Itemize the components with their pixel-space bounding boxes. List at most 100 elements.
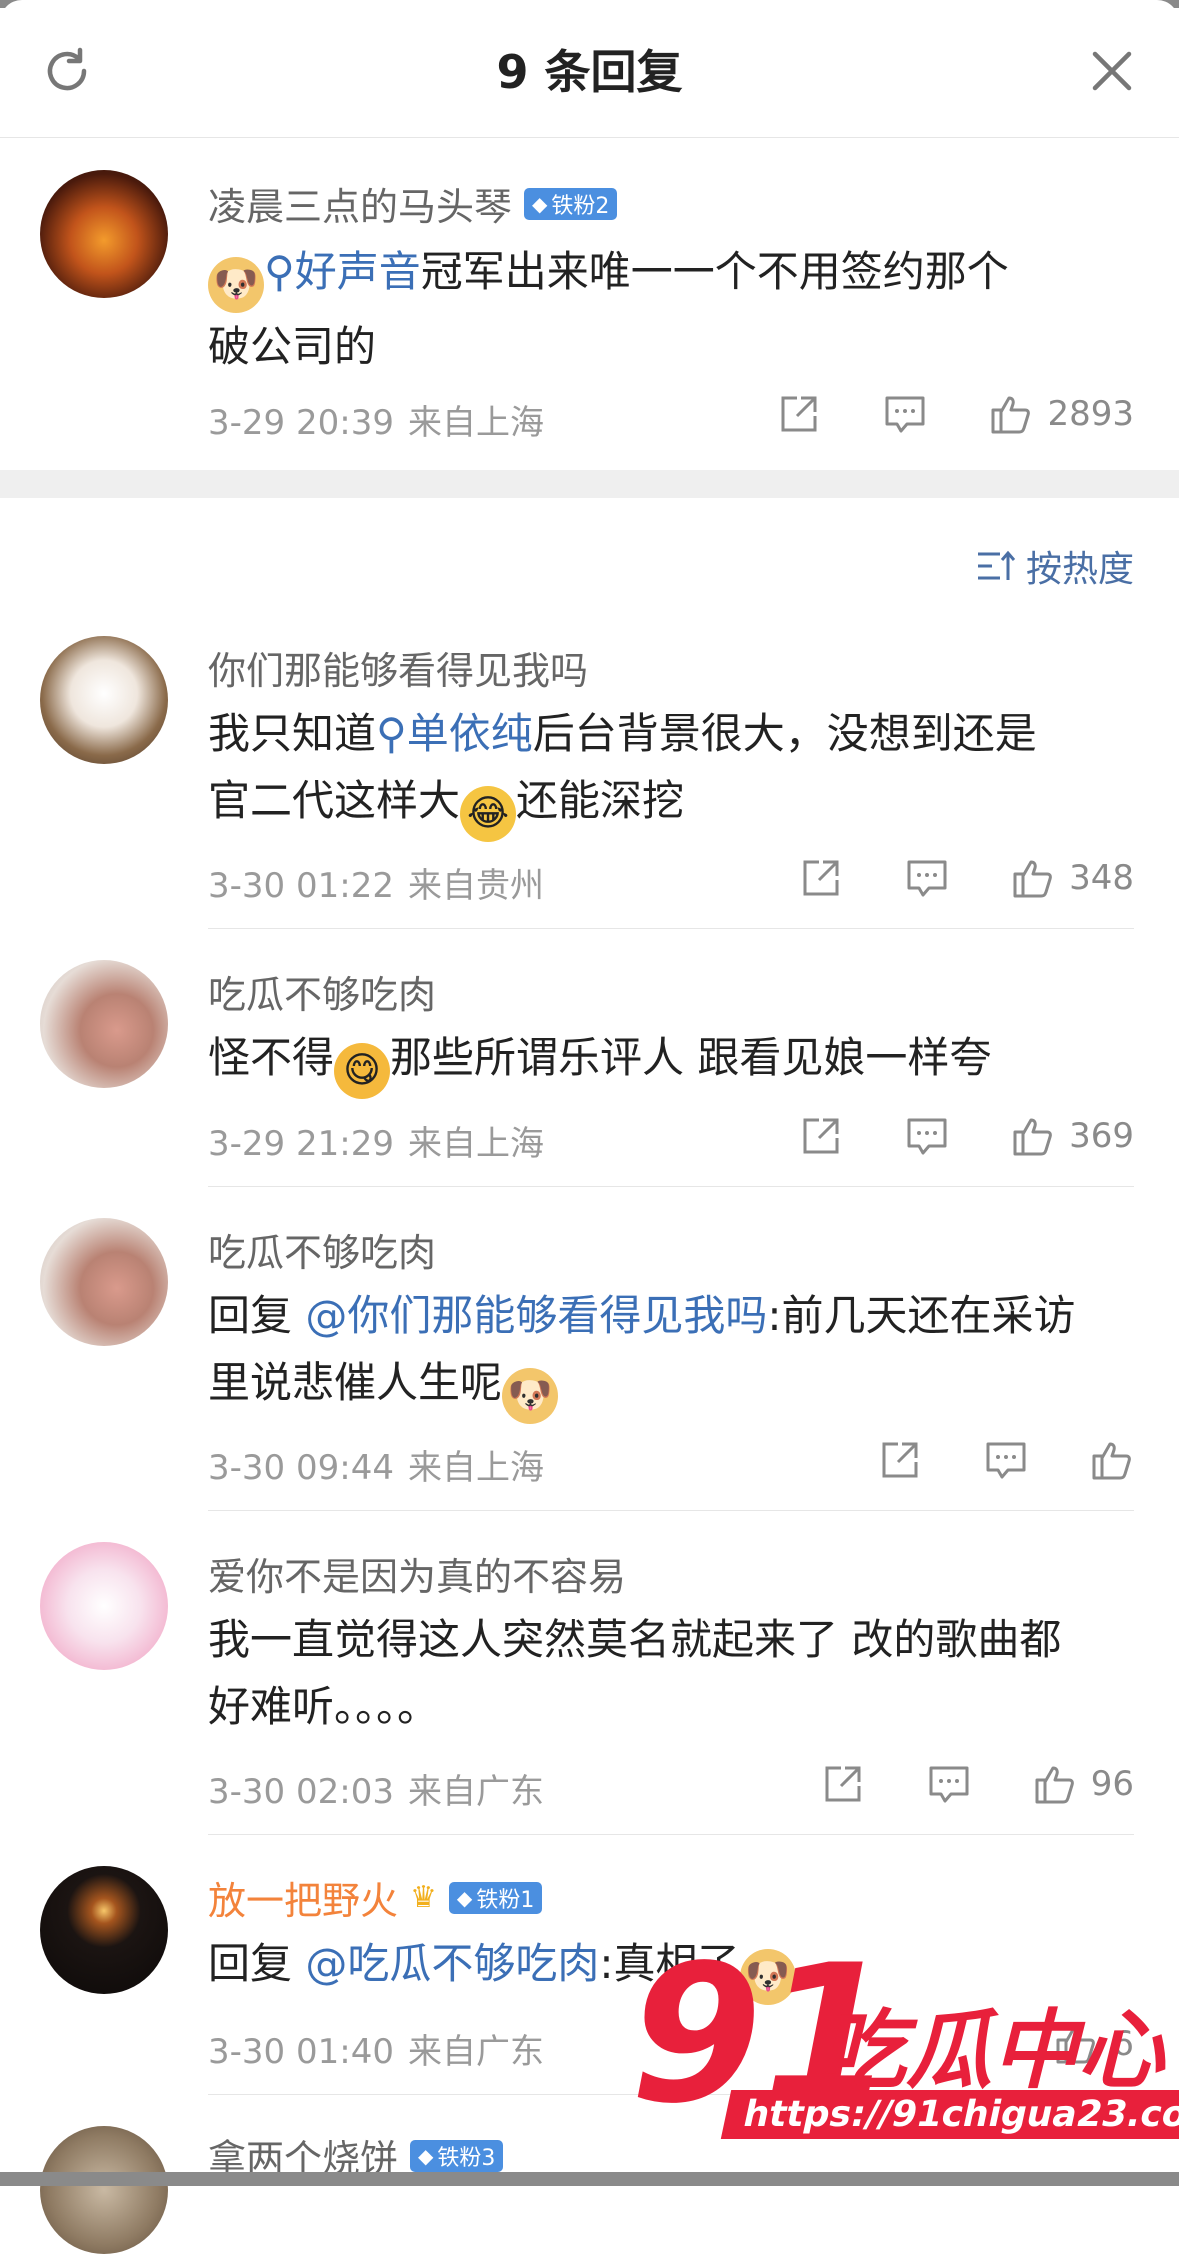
location: 来自广东 (407, 1772, 544, 1812)
text-segment: 后台背景很大，没想到还是 (532, 709, 1037, 758)
reply-user-row: 吃瓜不够吃肉 (208, 1222, 436, 1277)
search-topic-link[interactable]: ⚲好声音 (264, 247, 421, 296)
text-segment: 回复 (208, 1291, 306, 1340)
location: 来自上海 (407, 1448, 544, 1488)
sort-button[interactable]: 按热度 (976, 540, 1134, 592)
reply-meta: 3-30 01:22 来自贵州 (208, 858, 544, 907)
like-button[interactable]: 348 (1011, 856, 1134, 900)
comment-actions: 2893 (715, 392, 1134, 436)
reply-actions: 348 (737, 856, 1134, 900)
diamond-icon: ◆ (532, 191, 548, 216)
watermark-url: https://91chigua23.com (720, 2090, 1179, 2139)
reply-button[interactable] (905, 856, 949, 900)
like-button[interactable]: 369 (1011, 1114, 1134, 1158)
share-button[interactable] (799, 1114, 843, 1158)
share-button[interactable] (878, 1438, 922, 1482)
badge-label: 铁粉3 (437, 2145, 496, 2171)
avatar[interactable] (40, 1542, 168, 1670)
timestamp: 3-30 09:44 (208, 1448, 394, 1488)
laugh-cry-emoji-icon: 😂 (460, 786, 517, 842)
divider (208, 1510, 1134, 1511)
username[interactable]: 凌晨三点的马头琴 (208, 176, 512, 231)
reply-button[interactable] (883, 392, 927, 436)
avatar[interactable] (40, 1866, 168, 1994)
yummy-emoji-icon: 😋 (334, 1043, 391, 1099)
avatar[interactable] (40, 2126, 168, 2254)
like-button[interactable] (1090, 1438, 1134, 1482)
thumbs-up-icon (1013, 860, 1052, 898)
fan-badge: ◆ 铁粉1 (448, 1881, 543, 1914)
location: 来自贵州 (407, 866, 544, 906)
reply-actions: 369 (737, 1114, 1134, 1158)
share-button[interactable] (799, 856, 843, 900)
share-icon (882, 1442, 918, 1478)
fan-badge: ◆ 铁粉3 (410, 2139, 504, 2172)
search-topic-link[interactable]: ⚲单依纯 (376, 709, 533, 758)
timestamp: 3-29 20:39 (208, 403, 394, 443)
divider (208, 1186, 1134, 1187)
avatar[interactable] (40, 960, 168, 1088)
reply-user-row: 你们那能够看得见我吗 (208, 640, 588, 695)
reply-actions (816, 1438, 1134, 1482)
thumbs-up-icon (1035, 1766, 1074, 1804)
text-segment: 怪不得 (208, 1033, 335, 1082)
bottom-edge (0, 2172, 1179, 2186)
comment-icon (907, 1118, 947, 1155)
thumbs-up-icon (1092, 1442, 1131, 1480)
share-icon (825, 1766, 861, 1802)
dog-emoji-icon: 🐶 (208, 257, 264, 313)
reply-button[interactable] (927, 1762, 971, 1806)
text-segment: 那些所谓乐评人 跟看见娘一样夸 (390, 1033, 992, 1082)
like-button[interactable]: 96 (1033, 1762, 1134, 1806)
like-button[interactable]: 2893 (989, 392, 1134, 436)
avatar[interactable] (40, 170, 168, 298)
reply-user-row: 吃瓜不够吃肉 (208, 964, 436, 1019)
share-icon (781, 396, 817, 432)
divider (208, 928, 1134, 929)
reply-meta: 3-29 21:29 来自上海 (208, 1116, 544, 1165)
username[interactable]: 爱你不是因为真的不容易 (208, 1546, 626, 1601)
location: 来自广东 (407, 2032, 544, 2072)
like-count: 96 (1090, 1764, 1134, 1804)
close-icon[interactable] (1085, 44, 1139, 98)
avatar[interactable] (40, 636, 168, 764)
comment-icon (986, 1442, 1026, 1479)
reply-actions: 96 (759, 1762, 1134, 1806)
timestamp: 3-30 02:03 (208, 1772, 394, 1812)
badge-label: 铁粉2 (551, 193, 610, 219)
text-segment: :前几天还在采访 (767, 1291, 1076, 1340)
mention-link[interactable]: @你们那能够看得见我吗 (305, 1291, 767, 1340)
username[interactable]: 放一把野火 (208, 1870, 398, 1925)
like-count: 348 (1069, 858, 1134, 898)
reply-button[interactable] (905, 1114, 949, 1158)
reply-text: 回复 @你们那能够看得见我吗:前几天还在采访 里说悲催人生呢 🐶 (208, 1282, 1108, 1424)
text-segment: 破公司的 (208, 322, 377, 371)
text-segment: 里说悲催人生呢 (208, 1358, 503, 1407)
section-separator (0, 470, 1179, 498)
avatar[interactable] (40, 1218, 168, 1346)
text-segment: 还能深挖 (516, 776, 685, 825)
text-segment: 我一直觉得这人突然莫名就起来了 改的歌曲都 (208, 1615, 1062, 1664)
watermark-logo: 91 吃瓜中心 https://91chigua23.com (630, 1940, 1179, 2150)
text-segment: 冠军出来唯一一个不用签约那个 (420, 247, 1009, 296)
location: 来自上海 (407, 1124, 544, 1164)
sort-label: 按热度 (1025, 549, 1134, 590)
diamond-icon: ◆ (456, 1885, 473, 1910)
share-button[interactable] (821, 1762, 865, 1806)
username[interactable]: 你们那能够看得见我吗 (208, 640, 588, 695)
location: 来自上海 (407, 403, 544, 443)
header-bar: 9 条回复 (0, 0, 1179, 138)
comment-user-row: 凌晨三点的马头琴 ◆ 铁粉2 (208, 176, 618, 231)
reply-text: 我只知道⚲单依纯后台背景很大，没想到还是 官二代这样大 😂 还能深挖 (208, 700, 1108, 842)
username[interactable]: 吃瓜不够吃肉 (208, 1222, 436, 1277)
text-segment: 回复 (208, 1939, 306, 1988)
reply-button[interactable] (984, 1438, 1028, 1482)
timestamp: 3-30 01:22 (208, 866, 394, 906)
text-segment: 我只知道 (208, 709, 377, 758)
mention-link[interactable]: @吃瓜不够吃肉 (305, 1939, 599, 1988)
text-segment: 官二代这样大 (208, 776, 461, 825)
like-count: 369 (1069, 1116, 1134, 1156)
username[interactable]: 吃瓜不够吃肉 (208, 964, 436, 1019)
share-button[interactable] (777, 392, 821, 436)
comment-icon (907, 860, 947, 897)
